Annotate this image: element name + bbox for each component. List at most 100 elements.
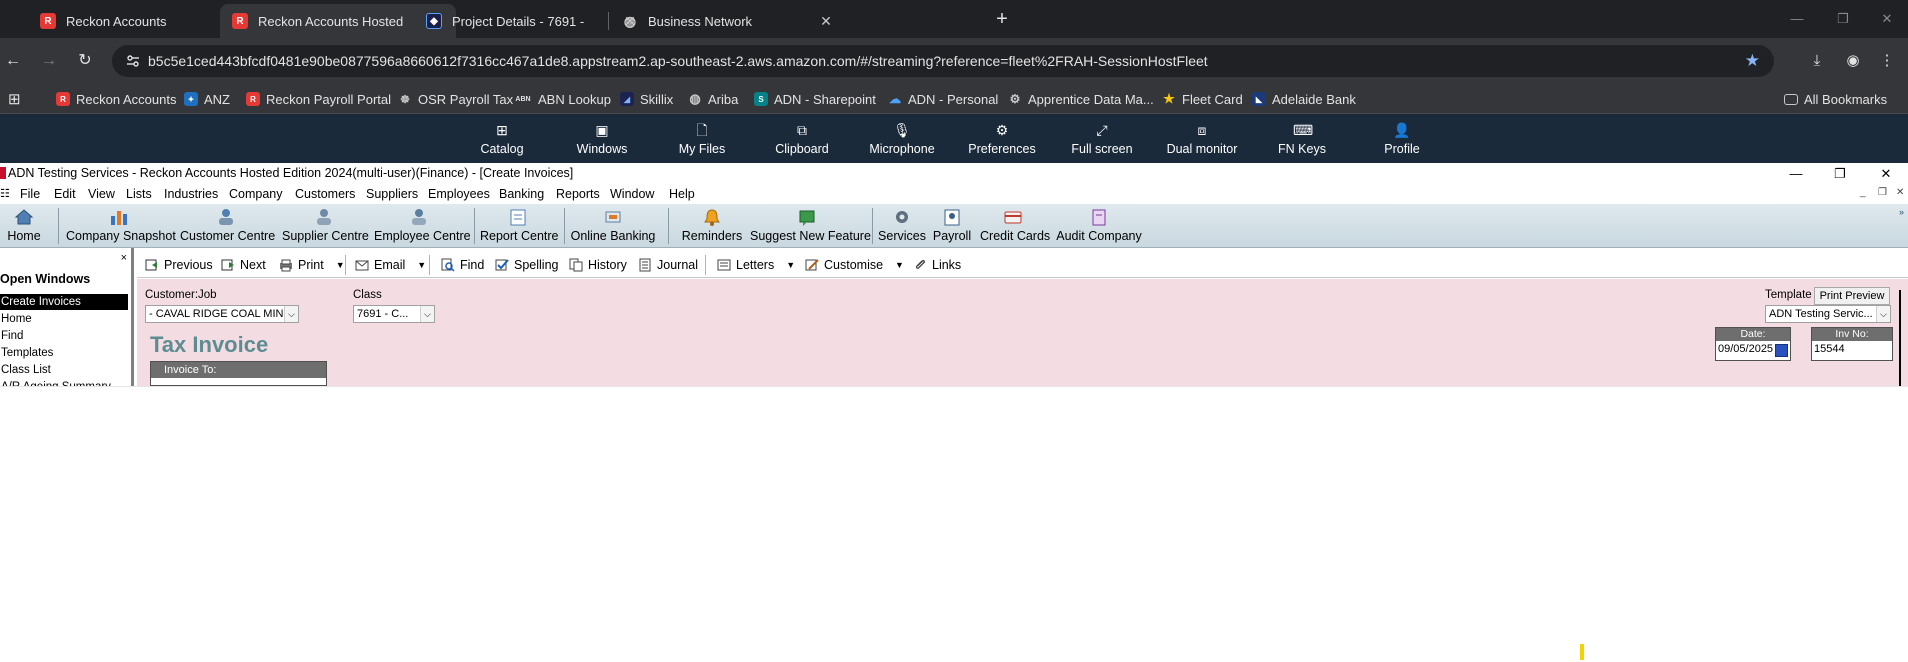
suggest-new-feature-button[interactable]: Suggest New Feature [750, 206, 871, 246]
back-button[interactable]: ← [2, 50, 24, 72]
history-button[interactable]: History [569, 256, 627, 274]
customer-job-combo[interactable]: - CAVAL RIDGE COAL MINE ⌵ [145, 305, 299, 323]
mdi-system-icon[interactable]: ☷ [0, 187, 10, 200]
open-window-item-class-list[interactable]: Class List [0, 362, 128, 378]
customise-button[interactable]: Customise ▼ [805, 256, 904, 274]
reckon-restore-button[interactable]: ❐ [1825, 164, 1855, 183]
print-button[interactable]: Print ▼ [279, 256, 345, 274]
reminders-button[interactable]: Reminders [680, 206, 744, 246]
bookmark-adelaide-bank[interactable]: ◣ Adelaide Bank [1252, 89, 1356, 109]
audit-company-button[interactable]: Audit Company [1056, 206, 1142, 246]
invoice-to-box[interactable]: Invoice To: [150, 361, 327, 386]
menu-company[interactable]: Company [229, 187, 283, 201]
restore-window-button[interactable]: ❐ [1826, 6, 1860, 32]
bookmark-fleet-card[interactable]: ★ Fleet Card [1162, 89, 1243, 109]
bookmark-apprentice-data[interactable]: ⚙ Apprentice Data Ma... [1008, 89, 1154, 109]
next-button[interactable]: Next [221, 256, 266, 274]
download-icon[interactable]: ⤓ [1806, 50, 1828, 72]
letters-button[interactable]: Letters ▼ [717, 256, 795, 274]
chevron-down-icon[interactable]: ▼ [417, 260, 426, 270]
links-button[interactable]: Links [913, 256, 961, 274]
chevron-down-icon[interactable]: ▼ [336, 260, 345, 270]
apps-grid-icon[interactable]: ⊞ [8, 89, 21, 109]
close-window-button[interactable]: ✕ [1870, 6, 1904, 32]
menu-help[interactable]: Help [669, 187, 695, 201]
close-icon[interactable]: ✕ [818, 13, 834, 30]
tab-business-network[interactable]: ◍ Business Network ✕ [610, 4, 846, 38]
forward-button[interactable]: → [38, 50, 60, 72]
date-box[interactable]: Date: 09/05/2025 [1715, 327, 1791, 361]
dual-monitor-button[interactable]: ⧈ Dual monitor [1152, 114, 1252, 163]
reckon-close-button[interactable]: ✕ [1871, 164, 1901, 183]
online-banking-button[interactable]: Online Banking [570, 206, 656, 246]
supplier-centre-button[interactable]: Supplier Centre [282, 206, 369, 246]
site-info-icon[interactable] [126, 54, 140, 68]
reload-button[interactable]: ↻ [74, 50, 96, 72]
chevron-down-icon[interactable]: ⌵ [1876, 306, 1890, 322]
calendar-icon[interactable] [1775, 344, 1788, 357]
bookmark-anz[interactable]: ✦ ANZ [184, 89, 230, 109]
menu-customers[interactable]: Customers [295, 187, 355, 201]
bookmark-star-icon[interactable]: ★ [1745, 51, 1760, 71]
preferences-button[interactable]: ⚙ Preferences [952, 114, 1052, 163]
bookmark-skillix[interactable]: ◢ Skillix [620, 89, 673, 109]
mdi-restore-icon[interactable]: ❐ [1878, 187, 1887, 198]
credit-cards-button[interactable]: Credit Cards [980, 206, 1050, 246]
home-button[interactable]: Home [4, 206, 44, 246]
menu-suppliers[interactable]: Suppliers [366, 187, 418, 201]
print-preview-button[interactable]: Print Preview [1814, 287, 1890, 305]
more-menu-icon[interactable]: ⋮ [1876, 50, 1898, 72]
bookmark-reckon-payroll-portal[interactable]: R Reckon Payroll Portal [246, 89, 391, 109]
profile-avatar-icon[interactable]: ◉ [1842, 50, 1864, 72]
menu-window[interactable]: Window [610, 187, 654, 201]
open-window-item-find[interactable]: Find [0, 328, 128, 344]
email-button[interactable]: Email ▼ [355, 256, 426, 274]
previous-button[interactable]: Previous [145, 256, 213, 274]
catalog-button[interactable]: ⊞ Catalog [452, 114, 552, 163]
menu-banking[interactable]: Banking [499, 187, 544, 201]
bookmark-abn-lookup[interactable]: ABN ABN Lookup [514, 89, 611, 109]
chevron-down-icon[interactable]: ▼ [895, 260, 904, 270]
open-window-item-home[interactable]: Home [0, 311, 128, 327]
minimize-window-button[interactable]: — [1780, 6, 1814, 32]
my-files-button[interactable]: 🗋 My Files [652, 114, 752, 163]
windows-button[interactable]: ▣ Windows [552, 114, 652, 163]
bookmark-reckon-accounts[interactable]: R Reckon Accounts [56, 89, 176, 109]
iconbar-more-icon[interactable]: » [1899, 207, 1904, 217]
payroll-button[interactable]: Payroll [932, 206, 972, 246]
chevron-down-icon[interactable]: ▼ [786, 260, 795, 270]
spelling-button[interactable]: Spelling [495, 256, 558, 274]
menu-lists[interactable]: Lists [126, 187, 152, 201]
mdi-minimize-icon[interactable]: _ [1860, 187, 1866, 198]
open-window-item-ar-ageing[interactable]: A/R Ageing Summary [0, 379, 128, 386]
employee-centre-button[interactable]: Employee Centre [374, 206, 471, 246]
chevron-down-icon[interactable]: ⌵ [420, 306, 434, 322]
open-window-item-create-invoices[interactable]: Create Invoices [0, 294, 128, 310]
menu-edit[interactable]: Edit [54, 187, 76, 201]
menu-industries[interactable]: Industries [164, 187, 218, 201]
reckon-minimize-button[interactable]: — [1781, 164, 1811, 183]
profile-button[interactable]: 👤 Profile [1352, 114, 1452, 163]
address-bar[interactable]: b5c5e1ced443bfcdf0481e90be0877596a866061… [112, 45, 1774, 77]
full-screen-button[interactable]: ⤢ Full screen [1052, 114, 1152, 163]
journal-button[interactable]: Journal [638, 256, 698, 274]
customer-centre-button[interactable]: Customer Centre [180, 206, 275, 246]
menu-employees[interactable]: Employees [428, 187, 490, 201]
menu-view[interactable]: View [88, 187, 115, 201]
mdi-close-icon[interactable]: ✕ [1896, 187, 1904, 198]
find-button[interactable]: Find [441, 256, 484, 274]
company-snapshot-button[interactable]: Company Snapshot [66, 206, 176, 246]
report-centre-button[interactable]: Report Centre [480, 206, 559, 246]
new-tab-button[interactable]: + [990, 8, 1014, 32]
menu-reports[interactable]: Reports [556, 187, 600, 201]
template-combo[interactable]: ADN Testing Servic... ⌵ [1765, 305, 1891, 323]
fn-keys-button[interactable]: ⌨ FN Keys [1252, 114, 1352, 163]
services-button[interactable]: Services [878, 206, 926, 246]
close-icon[interactable]: × [121, 252, 127, 264]
bookmark-adn-personal[interactable]: ☁ ADN - Personal [888, 89, 998, 109]
bookmark-osr-payroll-tax[interactable]: ☸ OSR Payroll Tax [398, 89, 513, 109]
microphone-button[interactable]: 🎙 Microphone [852, 114, 952, 163]
menu-file[interactable]: File [20, 187, 40, 201]
open-window-item-templates[interactable]: Templates [0, 345, 128, 361]
bookmark-adn-sharepoint[interactable]: S ADN - Sharepoint [754, 89, 876, 109]
